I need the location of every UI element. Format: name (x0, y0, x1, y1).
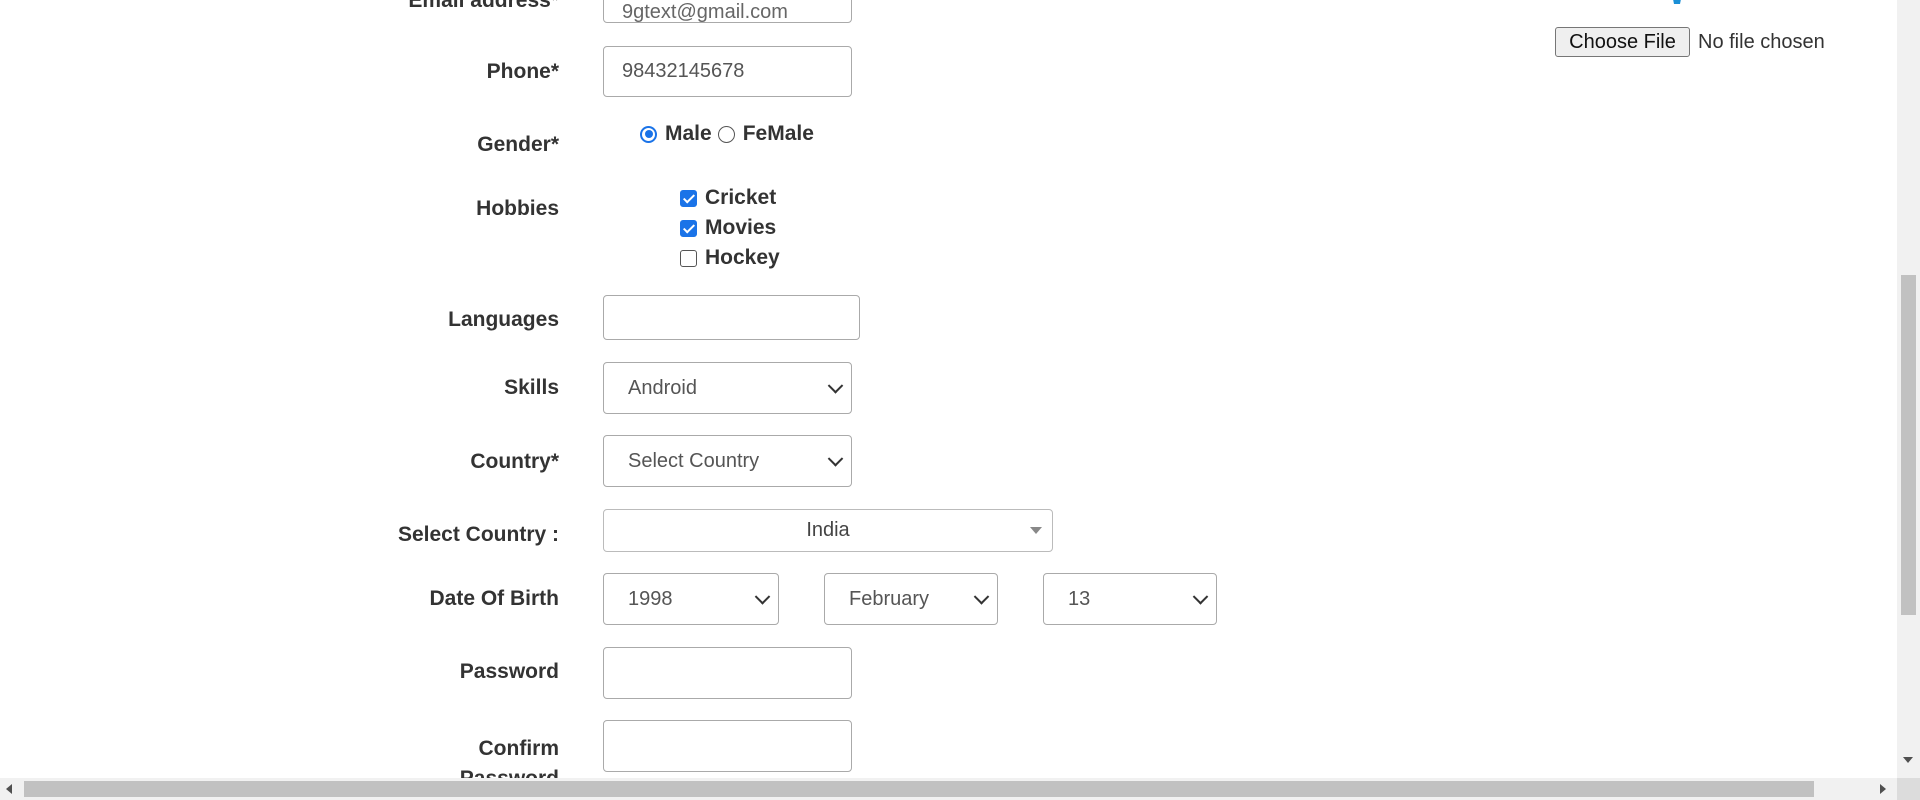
choose-file-button[interactable]: Choose File (1555, 27, 1690, 57)
confirm-password-field[interactable] (603, 720, 852, 772)
chevron-down-icon (754, 589, 771, 605)
phone-label: Phone* (486, 60, 559, 83)
hobby-movies: Movies (680, 216, 776, 240)
caret-down-icon (1030, 527, 1042, 534)
phone-field[interactable]: 98432145678 (603, 46, 852, 97)
gender-options: Male FeMale (640, 122, 814, 146)
hobby-hockey-label: Hockey (705, 246, 780, 269)
scrollbar-corner (1897, 778, 1920, 800)
email-value: 9gtext@gmail.com (622, 1, 788, 23)
email-field[interactable]: 9gtext@gmail.com (603, 0, 852, 23)
email-label: Email address* (408, 0, 559, 12)
scroll-down-arrow-icon[interactable] (1903, 757, 1913, 763)
chevron-down-icon (973, 589, 990, 605)
dob-day-value: 13 (1068, 587, 1091, 610)
select-country-label: Select Country : (397, 523, 559, 546)
hobby-hockey: Hockey (680, 246, 780, 270)
hobby-cricket-label: Cricket (705, 186, 777, 209)
select-country-combobox[interactable]: India (603, 509, 1053, 552)
hobby-cricket: Cricket (680, 186, 776, 210)
dob-year-value: 1998 (628, 587, 673, 610)
chevron-down-icon (1192, 589, 1209, 605)
country-label: Country* (470, 450, 559, 473)
gender-female-label: FeMale (742, 122, 814, 145)
dob-month-value: February (849, 587, 930, 610)
languages-label: Languages (448, 308, 559, 331)
upload-image-icon (1632, 0, 1692, 10)
dob-year-select[interactable]: 1998 (603, 573, 779, 625)
horizontal-scrollbar-thumb[interactable] (24, 781, 1814, 797)
vertical-scrollbar[interactable] (1897, 0, 1920, 778)
skills-value: Android (628, 376, 697, 399)
chevron-down-icon (827, 378, 844, 394)
country-value: Select Country (628, 449, 760, 472)
password-label: Password (459, 660, 559, 683)
dob-label: Date Of Birth (429, 587, 559, 610)
languages-field[interactable] (603, 295, 860, 340)
select-country-value: India (806, 519, 850, 541)
dob-day-select[interactable]: 13 (1043, 573, 1217, 625)
password-field[interactable] (603, 647, 852, 699)
hobby-movies-checkbox[interactable] (680, 219, 697, 237)
gender-label: Gender* (477, 133, 559, 156)
horizontal-scrollbar[interactable] (0, 778, 1897, 800)
gender-male-radio[interactable] (640, 125, 657, 143)
dob-month-select[interactable]: February (824, 573, 998, 625)
chevron-down-icon (827, 451, 844, 467)
hobby-hockey-checkbox[interactable] (680, 249, 697, 267)
hobby-cricket-checkbox[interactable] (680, 189, 697, 207)
skills-select[interactable]: Android (603, 362, 852, 414)
scroll-left-arrow-icon[interactable] (6, 784, 12, 794)
phone-value: 98432145678 (622, 60, 745, 82)
gender-male-label: Male (665, 122, 712, 145)
gender-female-radio[interactable] (717, 125, 735, 143)
vertical-scrollbar-thumb[interactable] (1901, 275, 1916, 615)
file-status-text: No file chosen (1698, 31, 1825, 53)
skills-label: Skills (504, 376, 559, 399)
hobbies-label: Hobbies (476, 197, 559, 220)
scroll-right-arrow-icon[interactable] (1880, 784, 1886, 794)
country-select[interactable]: Select Country (603, 435, 852, 487)
hobby-movies-label: Movies (705, 216, 777, 239)
